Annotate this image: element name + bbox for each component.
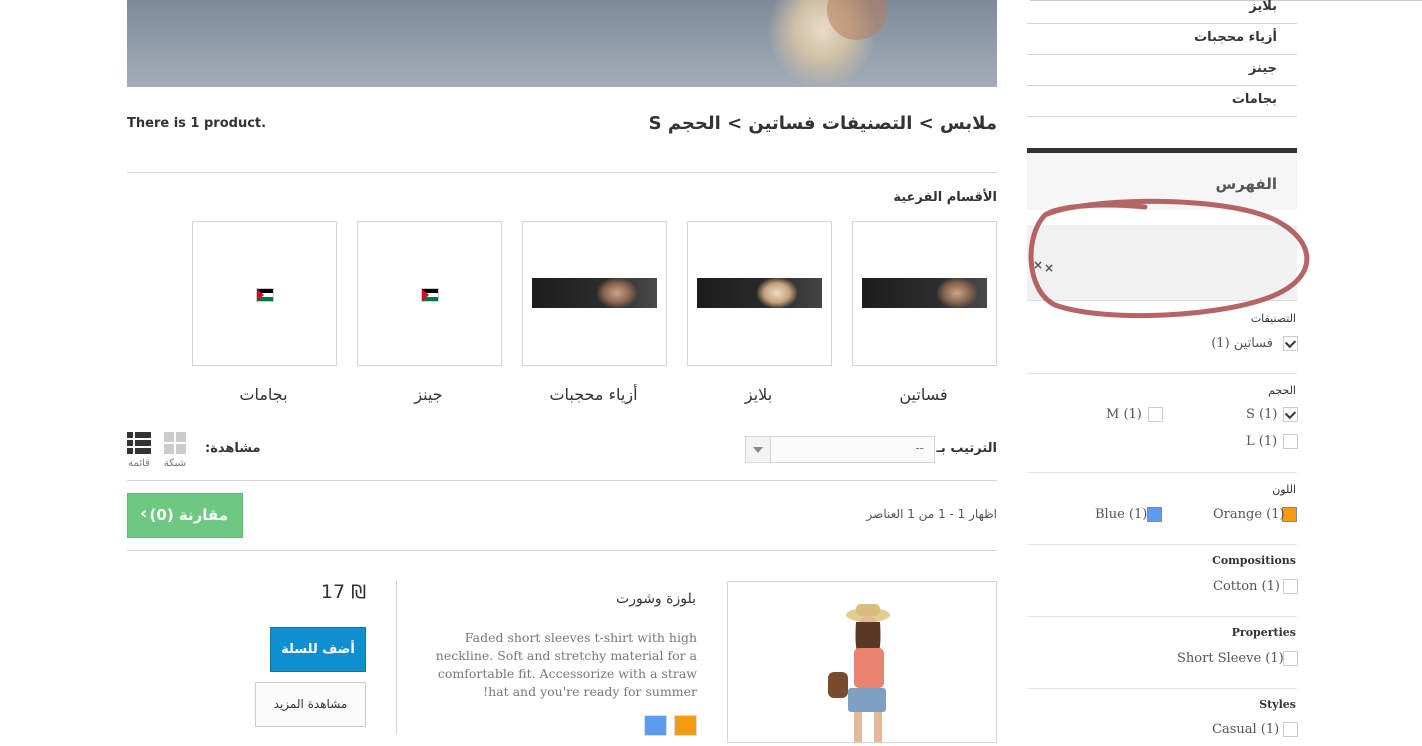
filter-color-blue-swatch[interactable] bbox=[1147, 507, 1162, 522]
filter-size-m-label[interactable]: M (1) bbox=[1106, 407, 1142, 422]
sidebar-item-jeans[interactable]: جينز bbox=[1027, 55, 1297, 86]
divider bbox=[396, 581, 397, 734]
compare-button[interactable]: مقارنة (0) ‹ bbox=[127, 493, 243, 538]
list-view-caption: قائمة bbox=[128, 458, 150, 469]
filter-color-orange-label[interactable]: Orange (1) bbox=[1213, 507, 1285, 522]
filter-color-blue-label[interactable]: Blue (1) bbox=[1095, 507, 1147, 522]
filter-size-s-checkbox[interactable] bbox=[1283, 407, 1298, 422]
filter-size-s-label[interactable]: S (1) bbox=[1246, 407, 1277, 422]
subcategory-link-blouses[interactable]: بلايز bbox=[686, 385, 831, 404]
filter-cotton-checkbox[interactable] bbox=[1283, 579, 1298, 594]
subcategory-link-pajamas[interactable]: بجامات bbox=[191, 385, 336, 404]
sort-select[interactable]: -- bbox=[745, 436, 935, 463]
divider bbox=[1027, 472, 1297, 473]
sidebar-item-hijab[interactable]: أزياء محجبات bbox=[1027, 24, 1297, 55]
filter-short-sleeve-label[interactable]: Short Sleeve (1) bbox=[1177, 651, 1284, 666]
subcategory-link-dresses[interactable]: فساتين bbox=[851, 385, 996, 404]
subcategory-image-hijab[interactable] bbox=[522, 221, 667, 366]
subcategory-image-jeans[interactable] bbox=[357, 221, 502, 366]
sidebar-item-blouses[interactable]: بلايز bbox=[1027, 0, 1297, 24]
category-banner bbox=[127, 0, 997, 87]
filter-size-l-label[interactable]: L (1) bbox=[1246, 434, 1277, 449]
filter-title: الفهرس bbox=[1215, 175, 1277, 193]
annotation-circle bbox=[1028, 198, 1310, 319]
flag-icon bbox=[256, 288, 274, 302]
compare-label: مقارنة (0) bbox=[149, 506, 228, 524]
view-label: مشاهدة: bbox=[205, 441, 261, 456]
filter-casual-checkbox[interactable] bbox=[1283, 722, 1298, 737]
filter-short-sleeve-checkbox[interactable] bbox=[1283, 651, 1298, 666]
filter-styles-label: Styles bbox=[1259, 698, 1296, 711]
product-photo-model bbox=[828, 604, 890, 742]
sort-label: الترتيب بـ bbox=[936, 441, 997, 456]
list-view-icon[interactable] bbox=[127, 432, 151, 454]
sidebar-item-label[interactable]: أزياء محجبات bbox=[1194, 30, 1277, 45]
view-more-button[interactable]: مشاهدة المزيد bbox=[255, 682, 366, 727]
sidebar-item-pajamas[interactable]: بجامات bbox=[1027, 86, 1297, 117]
filter-color-label: اللون bbox=[1272, 483, 1296, 496]
divider bbox=[127, 550, 997, 551]
color-swatch-orange[interactable] bbox=[674, 715, 697, 736]
product-image[interactable] bbox=[727, 581, 997, 743]
filter-casual-label[interactable]: Casual (1) bbox=[1212, 722, 1279, 737]
subcategory-link-hijab[interactable]: أزياء محجبات bbox=[521, 385, 666, 404]
divider bbox=[127, 480, 997, 481]
color-swatch-blue[interactable] bbox=[644, 715, 667, 736]
sidebar-item-label[interactable]: جينز bbox=[1249, 61, 1277, 76]
filter-dresses-label[interactable]: فساتين (1) bbox=[1211, 336, 1273, 351]
sort-value: -- bbox=[915, 441, 924, 455]
divider bbox=[1027, 616, 1297, 617]
divider bbox=[1027, 688, 1297, 689]
subcategories-heading: الأقسام الفرعية bbox=[893, 190, 997, 205]
product-count: There is 1 product. bbox=[127, 116, 267, 131]
subcategory-link-jeans[interactable]: جينز bbox=[356, 385, 501, 404]
filter-dresses-checkbox[interactable] bbox=[1283, 336, 1298, 351]
subcategory-image-dresses[interactable] bbox=[852, 221, 997, 366]
divider bbox=[127, 172, 997, 173]
subcategory-image-blouses[interactable] bbox=[687, 221, 832, 366]
divider bbox=[1027, 373, 1297, 374]
filter-compositions-label: Compositions bbox=[1212, 554, 1296, 567]
product-price: 17 ₪ bbox=[320, 581, 366, 603]
subcategory-image-pajamas[interactable] bbox=[192, 221, 337, 366]
sidebar-item-label[interactable]: بلايز bbox=[1249, 0, 1277, 14]
filter-size-l-checkbox[interactable] bbox=[1283, 434, 1298, 449]
filter-size-label: الحجم bbox=[1268, 384, 1296, 397]
page-title-breadcrumb: ملابس > التصنيفات فساتين > الحجم S bbox=[648, 113, 997, 134]
chevron-down-icon[interactable] bbox=[746, 437, 771, 462]
divider bbox=[1027, 544, 1297, 545]
product-description: Faded short sleeves t-shirt with high ne… bbox=[435, 630, 697, 699]
sidebar-item-label[interactable]: بجامات bbox=[1232, 92, 1277, 107]
showing-count: اظهار 1 - 1 من 1 العناصر bbox=[866, 507, 997, 521]
filter-size-m-checkbox[interactable] bbox=[1148, 407, 1163, 422]
filter-cotton-label[interactable]: Cotton (1) bbox=[1213, 579, 1280, 594]
filter-properties-label: Properties bbox=[1231, 626, 1296, 639]
grid-view-icon[interactable] bbox=[164, 432, 186, 454]
product-name-link[interactable]: بلوزة وشورت bbox=[616, 591, 696, 607]
add-to-cart-button[interactable]: أضف للسلة bbox=[270, 627, 366, 672]
grid-view-caption: شبكة bbox=[163, 458, 187, 469]
flag-icon bbox=[421, 288, 439, 302]
chevron-left-icon: ‹ bbox=[140, 503, 148, 524]
